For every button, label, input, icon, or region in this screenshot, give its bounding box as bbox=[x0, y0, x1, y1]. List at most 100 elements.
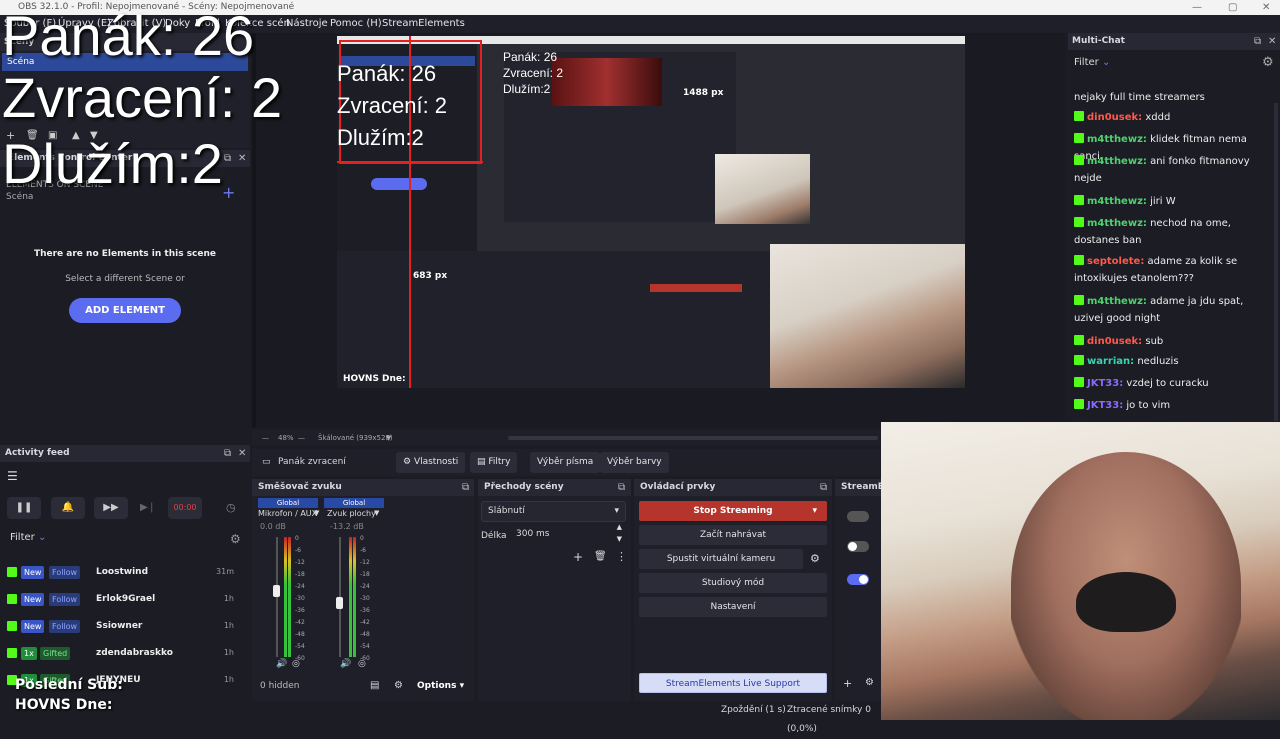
toggle-3[interactable] bbox=[847, 574, 869, 585]
chat-username[interactable]: septolete: bbox=[1087, 256, 1144, 267]
menu-help[interactable]: Pomoc (H) bbox=[330, 15, 382, 33]
headphones-icon-2[interactable]: ◎ bbox=[358, 659, 366, 669]
chat-message: JKT33: jo to vim bbox=[1074, 397, 1274, 414]
toggle-2[interactable] bbox=[847, 541, 869, 552]
duration-input[interactable]: 300 ms ▲ ▼ bbox=[510, 523, 626, 546]
horizontal-scrollbar[interactable] bbox=[508, 436, 878, 440]
bell-button[interactable]: 🔔 bbox=[51, 497, 85, 519]
settings-icon[interactable]: ⚙ bbox=[394, 680, 403, 691]
add-element-button[interactable]: ADD ELEMENT bbox=[69, 298, 181, 323]
float-icon[interactable]: ⧉ bbox=[224, 153, 231, 164]
channel-1-name[interactable]: Mikrofon / AUX bbox=[258, 509, 317, 518]
chevron-down-icon[interactable]: ▼ bbox=[386, 430, 391, 446]
chat-username[interactable]: m4tthewz: bbox=[1087, 296, 1147, 307]
studio-mode-button[interactable]: Studiový mód bbox=[639, 573, 827, 593]
channel-1-fader-track[interactable] bbox=[276, 537, 278, 657]
feed-row[interactable]: New Follow Erlok9Grael 1h bbox=[0, 588, 240, 610]
float-icon[interactable]: ⧉ bbox=[1254, 36, 1261, 47]
float-icon[interactable]: ⧉ bbox=[618, 482, 625, 493]
volume-icon-1[interactable]: 🔊 bbox=[276, 659, 287, 669]
scale-tick: 0 bbox=[295, 535, 299, 542]
channel-2-name[interactable]: Zvuk plochy bbox=[327, 509, 376, 518]
timer[interactable]: 00:00 bbox=[168, 497, 202, 519]
menu-tools[interactable]: Nástroje bbox=[286, 15, 328, 33]
monitor-icon: ▭ bbox=[262, 457, 271, 467]
add-icon[interactable]: + bbox=[222, 183, 235, 202]
options-label: Options bbox=[417, 681, 457, 691]
float-icon[interactable]: ⧉ bbox=[224, 448, 231, 459]
chat-username[interactable]: din0usek: bbox=[1087, 336, 1142, 347]
scale-tick: -48 bbox=[360, 631, 370, 638]
chat-username[interactable]: m4tthewz: bbox=[1087, 156, 1147, 167]
toggle-1[interactable] bbox=[847, 511, 869, 522]
chat-username[interactable]: warrian: bbox=[1087, 356, 1134, 367]
chat-username[interactable]: din0usek: bbox=[1087, 112, 1142, 123]
stop-streaming-button[interactable]: Stop Streaming ▾ bbox=[639, 501, 827, 521]
scale-tick: -12 bbox=[295, 559, 305, 566]
minimize-icon[interactable]: — bbox=[1192, 0, 1202, 15]
next-button[interactable]: ▶❘ bbox=[131, 497, 165, 519]
chat-username[interactable]: m4tthewz: bbox=[1087, 134, 1147, 145]
volume-icon-2[interactable]: 🔊 bbox=[340, 659, 351, 669]
menu-streamelements[interactable]: StreamElements bbox=[382, 15, 465, 33]
filters-button[interactable]: ▤ Filtry bbox=[470, 452, 518, 473]
live-support-button[interactable]: StreamElements Live Support bbox=[639, 673, 827, 693]
close-icon[interactable]: ✕ bbox=[1262, 0, 1270, 15]
chat-scrollbar[interactable] bbox=[1274, 103, 1278, 421]
multi-chat-panel: Multi-Chat ⧉ ✕ Filter ⌄ ⚙ nejaky full ti… bbox=[1068, 33, 1280, 421]
feed-row[interactable]: 1x Gifted zdendabraskko 1h bbox=[0, 642, 240, 664]
chat-username[interactable]: m4tthewz: bbox=[1087, 196, 1147, 207]
empty-subtitle: Select a different Scene or bbox=[65, 274, 185, 284]
pause-button[interactable]: ❚❚ bbox=[7, 497, 41, 519]
properties-button[interactable]: ⚙ Vlastnosti bbox=[396, 452, 466, 473]
status-bar: Zpoždění (1 s) Ztracené snímky 0 (0,0%) bbox=[0, 701, 881, 734]
feed-row[interactable]: New Follow Loostwind 31m bbox=[0, 561, 240, 583]
audio-mixer-panel: Směšovač zvuku ⧉ Global Global Mikrofon … bbox=[252, 479, 474, 702]
close-icon[interactable]: ✕ bbox=[238, 153, 246, 164]
headphones-icon-1[interactable]: ◎ bbox=[292, 659, 300, 669]
float-icon[interactable]: ⧉ bbox=[820, 482, 827, 493]
chat-username[interactable]: JKT33: bbox=[1087, 378, 1123, 389]
virtual-camera-button[interactable]: Spustit virtuální kameru bbox=[639, 549, 803, 569]
kick-icon bbox=[1074, 155, 1084, 165]
settings-button[interactable]: Nastavení bbox=[639, 597, 827, 617]
gear-icon[interactable]: ⚙ bbox=[865, 677, 874, 688]
chat-message: m4tthewz: adame ja jdu spat, uzivej good… bbox=[1074, 293, 1274, 327]
more-icon[interactable]: ⋮ bbox=[616, 550, 627, 563]
chat-username[interactable]: m4tthewz: bbox=[1087, 218, 1147, 229]
channel-2-fader-knob[interactable] bbox=[336, 597, 343, 609]
channel-2-menu-icon[interactable]: ▼ bbox=[374, 509, 379, 517]
trash-icon[interactable]: 🗑 bbox=[594, 551, 607, 562]
select-color-button[interactable]: Výběr barvy bbox=[600, 452, 669, 473]
zoom-level[interactable]: 48% bbox=[278, 430, 294, 446]
transition-select[interactable]: Slábnutí ▾ bbox=[481, 501, 626, 522]
history-icon[interactable]: ◷ bbox=[226, 501, 236, 514]
hamburger-menu-icon[interactable]: ☰ bbox=[7, 469, 18, 483]
maximize-icon[interactable]: ▢ bbox=[1228, 0, 1237, 15]
float-icon[interactable]: ⧉ bbox=[462, 482, 469, 493]
add-transition-icon[interactable]: + bbox=[573, 550, 583, 564]
zoom-out-icon[interactable]: — bbox=[262, 430, 269, 446]
gear-icon[interactable]: ⚙ bbox=[230, 532, 241, 546]
close-icon[interactable]: ✕ bbox=[1268, 36, 1276, 47]
layout-icon[interactable]: ▤ bbox=[370, 680, 379, 691]
zoom-in-icon[interactable]: — bbox=[298, 430, 305, 446]
options-button[interactable]: Options ▾ bbox=[412, 679, 469, 694]
add-icon[interactable]: + bbox=[843, 677, 852, 690]
skip-button[interactable]: ▶▶ bbox=[94, 497, 128, 519]
filter-dropdown[interactable]: Filter ⌄ bbox=[10, 532, 46, 543]
gear-icon[interactable]: ⚙ bbox=[810, 552, 820, 565]
preview-canvas[interactable]: 1488 px 683 px Panák: 26 Zvracení: 2 Dlu… bbox=[252, 33, 1065, 428]
scale-tick: -12 bbox=[360, 559, 370, 566]
chat-message: m4tthewz: ani fonko fitmanovy nejde bbox=[1074, 153, 1274, 187]
chat-username[interactable]: JKT33: bbox=[1087, 400, 1123, 411]
transition-value: Slábnutí bbox=[488, 506, 525, 516]
channel-1-fader-knob[interactable] bbox=[273, 585, 280, 597]
close-icon[interactable]: ✕ bbox=[238, 448, 246, 459]
feed-row[interactable]: New Follow Ssiowner 1h bbox=[0, 615, 240, 637]
start-recording-button[interactable]: Začít nahrávat bbox=[639, 525, 827, 545]
select-font-button[interactable]: Výběr písma bbox=[530, 452, 601, 473]
channel-1-menu-icon[interactable]: ▼ bbox=[314, 509, 319, 517]
chat-filter-dropdown[interactable]: Filter ⌄ bbox=[1074, 57, 1110, 68]
gear-icon[interactable]: ⚙ bbox=[1262, 55, 1274, 70]
